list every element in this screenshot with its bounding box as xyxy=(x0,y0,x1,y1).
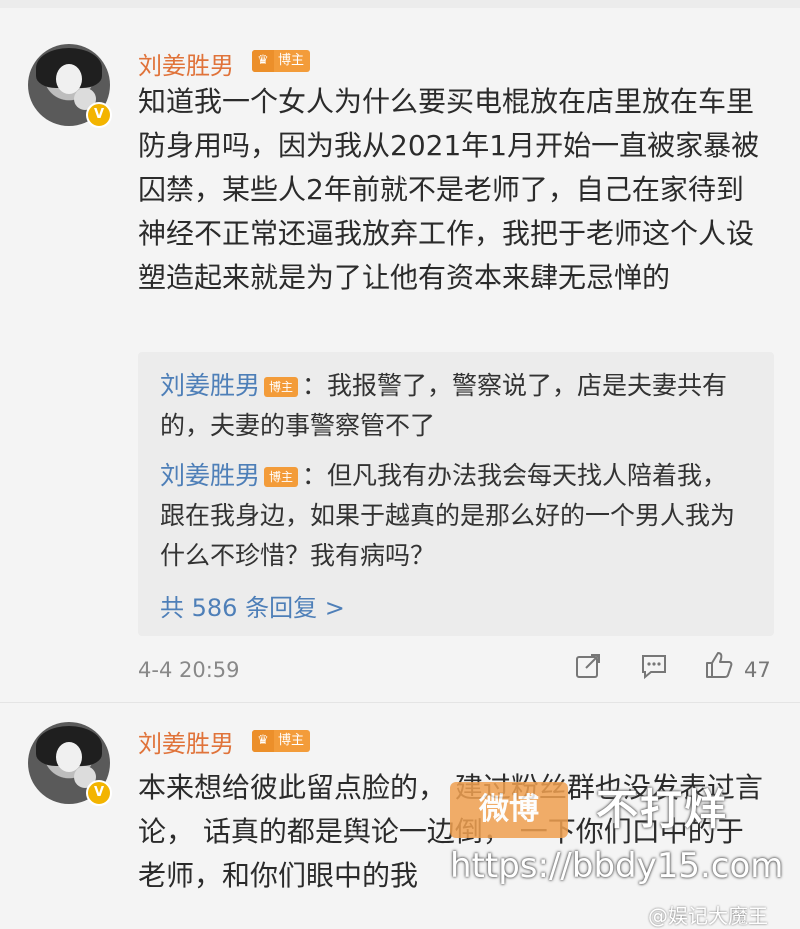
comment-time: 4-4 20:59 xyxy=(138,658,240,682)
watermark-weibo: @娱记大魔王 xyxy=(648,904,768,928)
blogger-badge: ♛ 博主 xyxy=(252,50,311,72)
blogger-badge: ♛ 博主 xyxy=(252,730,311,752)
crown-icon: ♛ xyxy=(252,730,274,752)
like-count: 47 xyxy=(744,658,771,682)
top-strip xyxy=(0,0,800,8)
reply-badge: 博主 xyxy=(264,467,299,487)
badge-label: 博主 xyxy=(278,733,305,748)
reply-author[interactable]: 刘姜胜男 xyxy=(160,461,260,490)
like-icon[interactable] xyxy=(704,650,734,680)
verified-icon: V xyxy=(86,102,112,128)
reply-item[interactable]: 刘姜胜男 博主 ：但凡我有办法我会每天找人陪着我，跟在我身边，如果于越真的是那么好的… xyxy=(160,456,750,576)
badge-label: 博主 xyxy=(278,53,305,68)
more-replies-link[interactable]: 共 586 条回复 > xyxy=(160,588,345,623)
reply-box: 刘姜胜男 博主 ：我报警了，警察说了，店是夫妻共有的，夫妻的事警察管不了 刘姜胜男博… xyxy=(138,352,774,636)
comment-author[interactable]: 刘姜胜男 xyxy=(138,724,234,759)
share-icon[interactable] xyxy=(574,652,602,680)
reply-author[interactable]: 刘姜胜男 xyxy=(160,371,260,400)
crown-icon: ♛ xyxy=(252,50,274,72)
divider xyxy=(0,702,800,703)
comment-author[interactable]: 刘姜胜男 xyxy=(138,46,234,81)
reply-badge: 博主 xyxy=(264,377,299,397)
comment-icon[interactable] xyxy=(640,652,668,680)
watermark-url: https://bbdy15.com xyxy=(450,846,784,886)
comment-text: 知道我一个女人为什么要买电棍放在店里放在车里防身用吗，因为我从2021年1月开始… xyxy=(138,85,760,294)
watermark-text: 不打烊 xyxy=(596,785,729,834)
watermark-logo: 微博 xyxy=(450,782,568,838)
reply-item[interactable]: 刘姜胜男 博主 ：我报警了，警察说了，店是夫妻共有的，夫妻的事警察管不了 xyxy=(160,366,750,446)
verified-icon: V xyxy=(86,780,112,806)
